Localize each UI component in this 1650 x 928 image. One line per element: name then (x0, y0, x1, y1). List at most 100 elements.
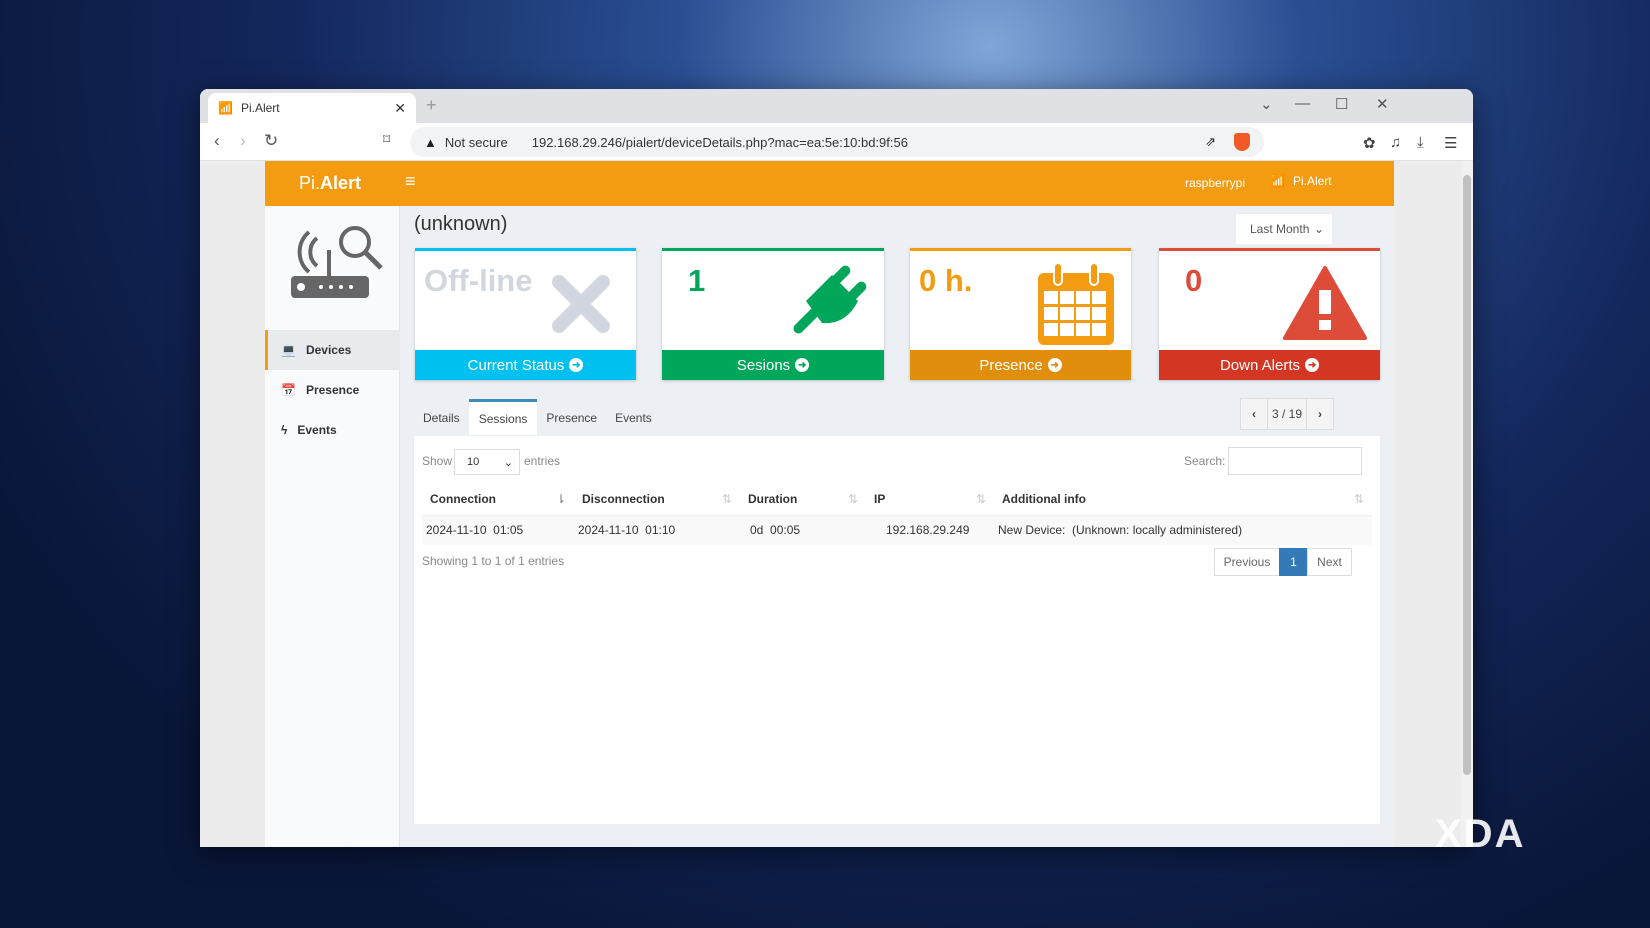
security-label[interactable]: Not secure (445, 135, 508, 150)
header-label: Additional info (1002, 492, 1086, 507)
tab-search-icon[interactable]: ⌄ (1260, 95, 1273, 113)
chevron-down-icon: ⌄ (503, 456, 513, 469)
presence-value: 0 h. (919, 263, 973, 298)
url-text[interactable]: 192.168.29.246/pialert/deviceDetails.php… (532, 135, 908, 150)
column-header-additional-info[interactable]: Additional info ⇅ (994, 484, 1372, 516)
sidebar-item-presence[interactable]: 📅 Presence (265, 370, 400, 410)
scrollbar-thumb[interactable] (1463, 175, 1471, 775)
next-device-button[interactable]: › (1306, 398, 1334, 430)
status-value: Off-line (424, 263, 533, 298)
down-alerts-card: 0 Down Alerts ➜ (1159, 248, 1380, 380)
down-alerts-link[interactable]: Down Alerts ➜ (1159, 350, 1380, 380)
header-label: IP (874, 492, 886, 507)
table-info: Showing 1 to 1 of 1 entries (422, 554, 565, 568)
cell-duration: 0d 00:05 (740, 515, 866, 545)
sidebar-item-label: Events (297, 423, 337, 437)
media-icon[interactable]: ♫ (1390, 134, 1401, 151)
next-page-button[interactable]: Next (1307, 548, 1352, 576)
share-icon[interactable]: ⇗ (1205, 134, 1216, 150)
sessions-link[interactable]: Sesions ➜ (662, 350, 884, 380)
sort-icon: ⇅ (847, 492, 858, 506)
sessions-panel: Show 10 ⌄ entries Search: Connection ⇂ Dis… (414, 436, 1380, 824)
page-title: (unknown) (414, 213, 508, 235)
main-content: (unknown) Last Month ⌄ Off-line Current S… (400, 206, 1394, 847)
header-label: Duration (748, 492, 798, 507)
user-menu[interactable]: 📶 Pi.Alert (1270, 174, 1332, 188)
new-tab-button[interactable]: + (426, 95, 437, 116)
xda-watermark: XDA (1435, 812, 1526, 856)
page-scrollbar[interactable] (1461, 161, 1473, 847)
entries-select[interactable]: 10 ⌄ (454, 449, 520, 475)
laptop-icon: 💻 (281, 343, 296, 357)
address-bar[interactable]: ▲ Not secure 192.168.29.246/pialert/devi… (410, 127, 1264, 157)
hamburger-icon[interactable]: ≡ (405, 171, 416, 192)
browser-tab[interactable]: 📶 Pi.Alert ✕ (208, 93, 416, 123)
previous-page-button[interactable]: Previous (1214, 548, 1280, 576)
page-1-button[interactable]: 1 (1279, 548, 1308, 576)
minimize-button[interactable]: — (1295, 95, 1310, 112)
download-icon[interactable]: ⤓ (1417, 134, 1424, 151)
show-label: Show (422, 454, 453, 468)
period-select[interactable]: Last Month ⌄ (1236, 214, 1332, 244)
tab-details[interactable]: Details (414, 399, 469, 435)
bookmark-icon[interactable]: ⌑ (383, 131, 390, 148)
cell-ip: 192.168.29.249 (866, 515, 994, 545)
app-logo[interactable]: Pi.Alert (299, 173, 361, 194)
logo-part-bold: Alert (320, 173, 362, 193)
tab-sessions[interactable]: Sessions (468, 399, 538, 435)
sort-icon: ⇅ (1353, 492, 1364, 506)
current-status-link[interactable]: Current Status ➜ (415, 350, 636, 380)
arrow-circle-icon: ➜ (795, 358, 810, 372)
entries-value: 10 (467, 456, 480, 468)
sidebar-item-events[interactable]: ϟ Events (265, 410, 400, 450)
card-label: Sesions (736, 356, 791, 374)
down-alerts-value: 0 (1185, 263, 1203, 298)
presence-link[interactable]: Presence ➜ (910, 350, 1131, 380)
sort-icon: ⇅ (975, 492, 986, 506)
page-viewport: Pi.Alert ≡ raspberrypi 📶 Pi.Alert 💻 Device… (200, 161, 1461, 847)
brave-shield-icon[interactable] (1234, 133, 1250, 151)
calendar-icon: 📅 (281, 383, 296, 397)
extensions-icon[interactable]: ✿ (1363, 134, 1376, 152)
tab-bar: 📶 Pi.Alert ✕ + ⌄ — ☐ ✕ (200, 89, 1473, 123)
period-value: Last Month (1250, 222, 1310, 236)
tab-events[interactable]: Events (606, 399, 661, 435)
back-icon[interactable]: ‹ (214, 131, 220, 151)
plug-icon (784, 261, 874, 347)
device-position: 3 / 19 (1267, 398, 1307, 430)
sessions-table: Connection ⇂ Disconnection ⇅ Duration ⇅ IP ⇅… (422, 484, 1372, 545)
close-tab-icon[interactable]: ✕ (394, 100, 406, 117)
maximize-button[interactable]: ☐ (1335, 95, 1348, 113)
cell-disconnection: 2024-11-10 01:10 (574, 515, 740, 545)
pialert-app: Pi.Alert ≡ raspberrypi 📶 Pi.Alert 💻 Device… (265, 161, 1394, 847)
bolt-icon: ϟ (281, 423, 288, 437)
search-input[interactable] (1228, 447, 1362, 475)
reload-icon[interactable]: ↻ (264, 131, 278, 151)
chevron-down-icon: ⌄ (1313, 222, 1324, 236)
previous-device-button[interactable]: ‹ (1240, 398, 1268, 430)
column-header-ip[interactable]: IP ⇅ (866, 484, 994, 516)
tab-presence[interactable]: Presence (537, 399, 606, 435)
presence-card: 0 h. Presence ➜ (910, 248, 1131, 380)
cell-additional-info: New Device: (Unknown: locally administer… (994, 515, 1372, 545)
router-icon: 📶 (1270, 174, 1285, 188)
sidebar-item-label: Devices (305, 343, 352, 357)
close-window-button[interactable]: ✕ (1376, 95, 1389, 113)
sort-desc-icon: ⇂ (555, 492, 566, 506)
menu-icon[interactable]: ☰ (1444, 134, 1457, 152)
sidebar-item-devices[interactable]: 💻 Devices (265, 330, 400, 370)
forward-icon[interactable]: › (240, 131, 246, 151)
arrow-circle-icon: ➜ (1047, 358, 1062, 372)
column-header-connection[interactable]: Connection ⇂ (422, 484, 574, 516)
table-row[interactable]: 2024-11-10 01:05 2024-11-10 01:10 0d 00:… (422, 515, 1372, 545)
logo-part: Pi. (299, 173, 321, 193)
column-header-disconnection[interactable]: Disconnection ⇅ (574, 484, 740, 516)
warning-triangle-icon (1280, 261, 1370, 347)
search-label: Search: (1184, 454, 1226, 468)
sort-icon: ⇅ (721, 492, 732, 506)
arrow-circle-icon: ➜ (1305, 358, 1320, 372)
header-label: Connection (430, 492, 496, 507)
sidebar: 💻 Devices 📅 Presence ϟ Events (265, 206, 400, 847)
column-header-duration[interactable]: Duration ⇅ (740, 484, 866, 516)
sessions-card: 1 Sesions ➜ (662, 248, 884, 380)
